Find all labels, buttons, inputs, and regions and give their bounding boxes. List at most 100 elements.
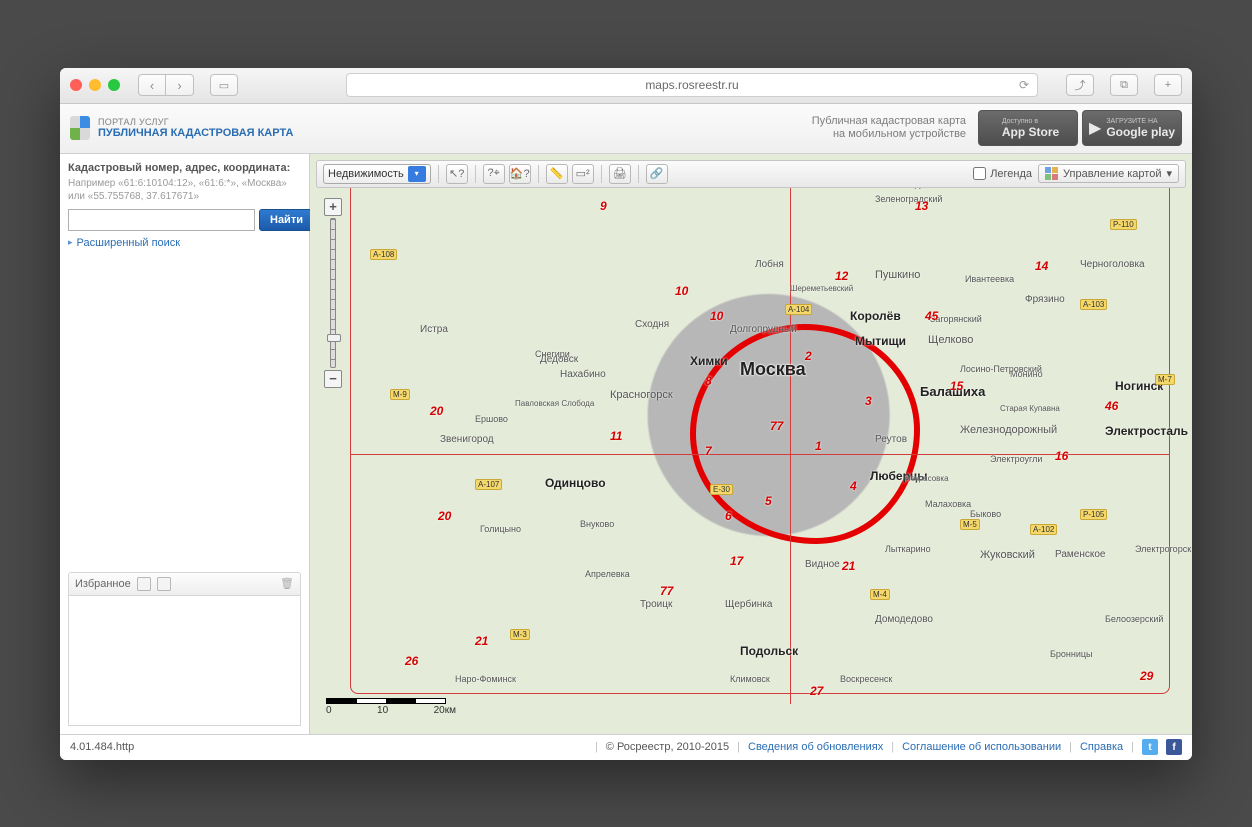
cadastral-district-number: 15 [950, 379, 963, 393]
map-toolbar: Недвижимость ▾ ↖? ?⌖ 🏠? 📏 ▭² 🖨 🔗 [316, 160, 1186, 188]
pointer-tool-icon[interactable]: ↖? [446, 164, 468, 184]
address-bar[interactable]: maps.rosreestr.ru ⟳ [346, 73, 1038, 97]
mobile-promo-text: Публичная кадастровая карта на мобильном… [812, 115, 966, 141]
map-city-label: Электрогорск [1135, 544, 1191, 554]
browser-chrome: ‹ › ▭ maps.rosreestr.ru ⟳ ⤴ ⧉ + [60, 68, 1192, 104]
facebook-icon[interactable]: f [1166, 739, 1182, 755]
road-shield: А-102 [1030, 524, 1057, 535]
map-city-label: Подольск [740, 644, 798, 658]
map-city-label: Железнодорожный [960, 424, 1057, 436]
cadastral-district-number: 7 [705, 444, 712, 458]
cadastral-district-number: 20 [430, 404, 443, 418]
cadastral-district-number: 27 [810, 684, 823, 698]
map-city-label: Внуково [580, 519, 614, 529]
portal-title[interactable]: ПУБЛИЧНАЯ КАДАСТРОВАЯ КАРТА [98, 127, 293, 139]
print-icon[interactable]: 🖨 [609, 164, 631, 184]
cadastral-district-number: 13 [915, 199, 928, 213]
maximize-window-icon[interactable] [108, 79, 120, 91]
twitter-icon[interactable]: t [1142, 739, 1158, 755]
search-label: Кадастровый номер, адрес, координата: [68, 162, 301, 174]
zoom-control: + − [324, 198, 342, 388]
cadastral-district-number: 10 [710, 309, 723, 323]
cadastral-district-number: 6 [725, 509, 732, 523]
import-icon[interactable] [137, 577, 151, 591]
cadastral-district-number: 45 [925, 309, 938, 323]
tabs-icon[interactable]: ⧉ [1110, 74, 1138, 96]
map-city-label: Домодедово [875, 614, 933, 625]
advanced-search-link[interactable]: Расширенный поиск [68, 237, 301, 249]
url-text: maps.rosreestr.ru [645, 78, 738, 92]
close-window-icon[interactable] [70, 79, 82, 91]
updates-link[interactable]: Сведения об обновлениях [748, 741, 883, 753]
map-city-label: Пушкино [875, 269, 920, 281]
map-city-label: Красногорск [610, 389, 673, 401]
export-excel-icon[interactable] [157, 577, 171, 591]
favorites-label: Избранное [75, 578, 131, 590]
map-city-label: Быково [970, 509, 1001, 519]
cadastral-district-number: 8 [705, 374, 712, 388]
map-city-label: Бронницы [1050, 649, 1093, 659]
layer-dropdown[interactable]: Недвижимость ▾ [323, 164, 431, 184]
find-button[interactable]: Найти [259, 209, 314, 231]
map-city-label: Лыткарино [885, 544, 931, 554]
map-city-label: Воскресенск [840, 674, 892, 684]
cadastral-district-number: 12 [835, 269, 848, 283]
cadastral-district-number: 1 [815, 439, 822, 453]
new-tab-icon[interactable]: + [1154, 74, 1182, 96]
map-city-label: Павловская Слобода [515, 399, 594, 408]
map-city-label: Лосино-Петровский [960, 364, 1042, 374]
map-city-label: Наро-Фоминск [455, 674, 516, 684]
map-city-label: Лобня [755, 259, 784, 270]
measure-area-icon[interactable]: ▭² [572, 164, 594, 184]
layers-grid-icon [1045, 167, 1058, 180]
identify-tool-icon[interactable]: ?⌖ [483, 164, 505, 184]
road-shield: Е-30 [710, 484, 733, 495]
legend-checkbox-input[interactable] [973, 167, 986, 180]
share-icon[interactable]: ⤴ [1066, 74, 1094, 96]
road-shield: М-9 [390, 389, 410, 400]
sidebar-toggle-icon[interactable]: ▭ [210, 74, 238, 96]
cadastral-district-number: 10 [675, 284, 688, 298]
map-city-label: Раменское [1055, 549, 1105, 560]
favorites-header: Избранное 🗑 [68, 572, 301, 596]
help-link[interactable]: Справка [1080, 741, 1123, 753]
map-canvas[interactable]: КоролёвМытищиЩелковоПушкиноХимкиОдинцово… [310, 154, 1192, 734]
map-city-label: Электросталь [1105, 424, 1188, 438]
zoom-out-button[interactable]: − [324, 370, 342, 388]
agreement-link[interactable]: Соглашение об использовании [902, 741, 1061, 753]
minimize-window-icon[interactable] [89, 79, 101, 91]
forward-button[interactable]: › [166, 74, 194, 96]
zoom-slider[interactable] [330, 218, 336, 368]
back-button[interactable]: ‹ [138, 74, 166, 96]
link-icon[interactable]: 🔗 [646, 164, 668, 184]
cadastral-district-number: 2 [805, 349, 812, 363]
appstore-button[interactable]: Доступно вApp Store [978, 110, 1078, 146]
map-city-label: Малаховка [925, 499, 971, 509]
window-controls [70, 79, 120, 91]
footer: 4.01.484.http | © Росреестр, 2010-2015 |… [60, 734, 1192, 760]
chevron-down-icon: ▾ [1166, 167, 1172, 180]
cadastral-district-number: 3 [865, 394, 872, 408]
info-building-icon[interactable]: 🏠? [509, 164, 531, 184]
map-management-dropdown[interactable]: Управление картой ▾ [1038, 164, 1179, 183]
map-city-label: Климовск [730, 674, 770, 684]
zoom-handle[interactable] [327, 334, 341, 342]
map-city-label: Сходня [635, 319, 669, 330]
search-input[interactable] [68, 209, 255, 231]
map-city-label: Долгопрудный [730, 324, 797, 335]
googleplay-button[interactable]: ▶ ЗАГРУЗИТЕ НАGoogle play [1082, 110, 1182, 146]
zoom-in-button[interactable]: + [324, 198, 342, 216]
map-city-label: Зеленоградский [875, 194, 942, 204]
road-shield: А-103 [1080, 299, 1107, 310]
map-area[interactable]: ◀ КоролёвМытищиЩелковоПушкиноХимкиОдинцо… [310, 154, 1192, 734]
reload-icon[interactable]: ⟳ [1019, 78, 1029, 92]
measure-line-icon[interactable]: 📏 [546, 164, 568, 184]
road-shield: М-4 [870, 589, 890, 600]
map-city-label: Шереметьевский [790, 284, 853, 293]
map-city-label: Щербинка [725, 599, 773, 610]
trash-icon[interactable]: 🗑 [280, 577, 294, 590]
cadastral-district-number: 16 [1055, 449, 1068, 463]
legend-checkbox[interactable]: Легенда [973, 167, 1032, 180]
map-city-label: Щелково [928, 334, 973, 346]
copyright-text: © Росреестр, 2010-2015 [606, 741, 729, 753]
